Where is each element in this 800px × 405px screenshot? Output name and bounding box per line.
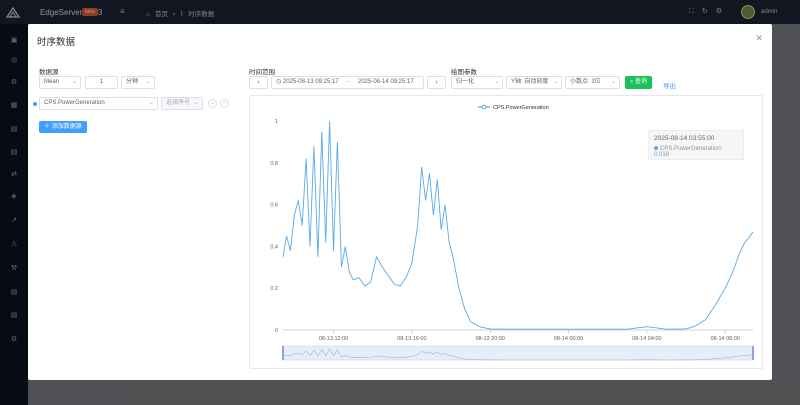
- y-tick-label: 0.6: [270, 203, 278, 209]
- search-icon: ⌕: [630, 79, 634, 85]
- close-icon[interactable]: ✕: [755, 33, 763, 44]
- datasource-item-value: CPS.PowerGeneration: [44, 100, 105, 106]
- y-axis-select[interactable]: Y轴: 自动刻度 ⌄: [506, 76, 562, 89]
- legend-label: CPS.PowerGeneration: [493, 105, 549, 111]
- series-color-dot: [33, 102, 37, 106]
- next-range-button[interactable]: ›: [427, 76, 446, 89]
- aggregate-value: Mean: [44, 79, 60, 85]
- prev-range-button[interactable]: ‹: [249, 76, 268, 89]
- range-end: 2025-08-14 09:25:17: [357, 79, 414, 85]
- chart-tooltip: 2025-08-14 03:55:00 CPS.PowerGeneration:…: [648, 130, 744, 160]
- range-start: 2025-08-13 09:25:17: [282, 79, 339, 85]
- plot-params-label: 绘图参数: [451, 69, 477, 76]
- chevron-down-icon: ⌄: [148, 100, 154, 106]
- interval-value: 1: [99, 79, 104, 85]
- add-datasource-button[interactable]: ＋ 添加数据源: [39, 121, 87, 133]
- y-tick-label: 1: [275, 119, 278, 125]
- chevron-down-icon: ⌄: [193, 100, 199, 106]
- datasource-item-select[interactable]: CPS.PowerGeneration ⌄: [39, 97, 158, 110]
- alias-placeholder: 选择序号: [166, 100, 191, 106]
- decimals-select[interactable]: 小数点: 3位 ⌄: [565, 76, 620, 89]
- query-label: 查询: [635, 79, 648, 85]
- normalize-value: 归一化: [456, 79, 475, 85]
- expand-circle-button[interactable]: ⌄: [208, 99, 217, 108]
- timeseries-dialog: 时序数据 ✕ 数据源 Mean ⌄ 1 分钟 ⌄ CPS.PowerGenerati…: [28, 24, 772, 380]
- interval-value-input[interactable]: 1: [85, 76, 118, 89]
- x-tick-label: 08-14 04:00: [632, 336, 661, 342]
- zoom-handle-left: [282, 346, 284, 360]
- x-tick-label: 08-14 08:00: [711, 336, 740, 342]
- x-tick-label: 08-13 20:00: [476, 336, 505, 342]
- y-axis-value: Y轴: 自动刻度: [511, 79, 549, 85]
- export-link[interactable]: 导出: [663, 80, 676, 90]
- zoom-slider-track: [282, 345, 754, 361]
- chevron-down-icon: ⌄: [71, 79, 77, 85]
- query-button[interactable]: ⌕ 查询: [625, 76, 653, 89]
- add-datasource-label: 添加数据源: [51, 124, 82, 130]
- y-tick-label: 0.8: [270, 161, 278, 167]
- remove-circle-button[interactable]: −: [220, 99, 229, 108]
- range-separator: -: [347, 79, 350, 85]
- y-tick-label: 0: [275, 328, 278, 334]
- aggregate-select[interactable]: Mean ⌄: [39, 76, 81, 89]
- chevron-down-icon: ⌄: [145, 79, 151, 85]
- time-range-label: 时间范围: [249, 69, 275, 76]
- dialog-title: 时序数据: [37, 37, 76, 48]
- alias-select[interactable]: 选择序号 ⌄: [161, 97, 203, 110]
- interval-unit-value: 分钟: [126, 79, 139, 85]
- zoom-handle-right: [752, 346, 754, 360]
- y-tick-label: 0.2: [270, 286, 278, 292]
- plus-icon: ＋: [44, 124, 51, 130]
- clock-icon: ◷: [276, 79, 282, 85]
- chevron-down-icon: ⌄: [493, 79, 499, 85]
- tooltip-value: CPS.PowerGeneration: 0.016: [654, 146, 738, 158]
- legend-marker-icon: [481, 104, 487, 110]
- normalize-select[interactable]: 归一化 ⌄: [451, 76, 503, 89]
- decimals-value: 小数点: 3位: [570, 79, 601, 85]
- date-range-picker[interactable]: ◷ 2025-08-13 09:25:17 - 2025-08-14 09:25…: [271, 76, 424, 89]
- tooltip-time: 2025-08-14 03:55:00: [654, 135, 715, 142]
- y-tick-label: 0.4: [270, 244, 278, 250]
- interval-unit-select[interactable]: 分钟 ⌄: [121, 76, 155, 89]
- chevron-down-icon: ⌄: [552, 79, 558, 85]
- x-tick-label: 08-13 12:00: [319, 336, 348, 342]
- chevron-down-icon: ⌄: [610, 79, 616, 85]
- x-tick-label: 08-13 16:00: [397, 336, 426, 342]
- datasource-label: 数据源: [39, 69, 59, 76]
- x-tick-label: 08-14 00:00: [554, 336, 583, 342]
